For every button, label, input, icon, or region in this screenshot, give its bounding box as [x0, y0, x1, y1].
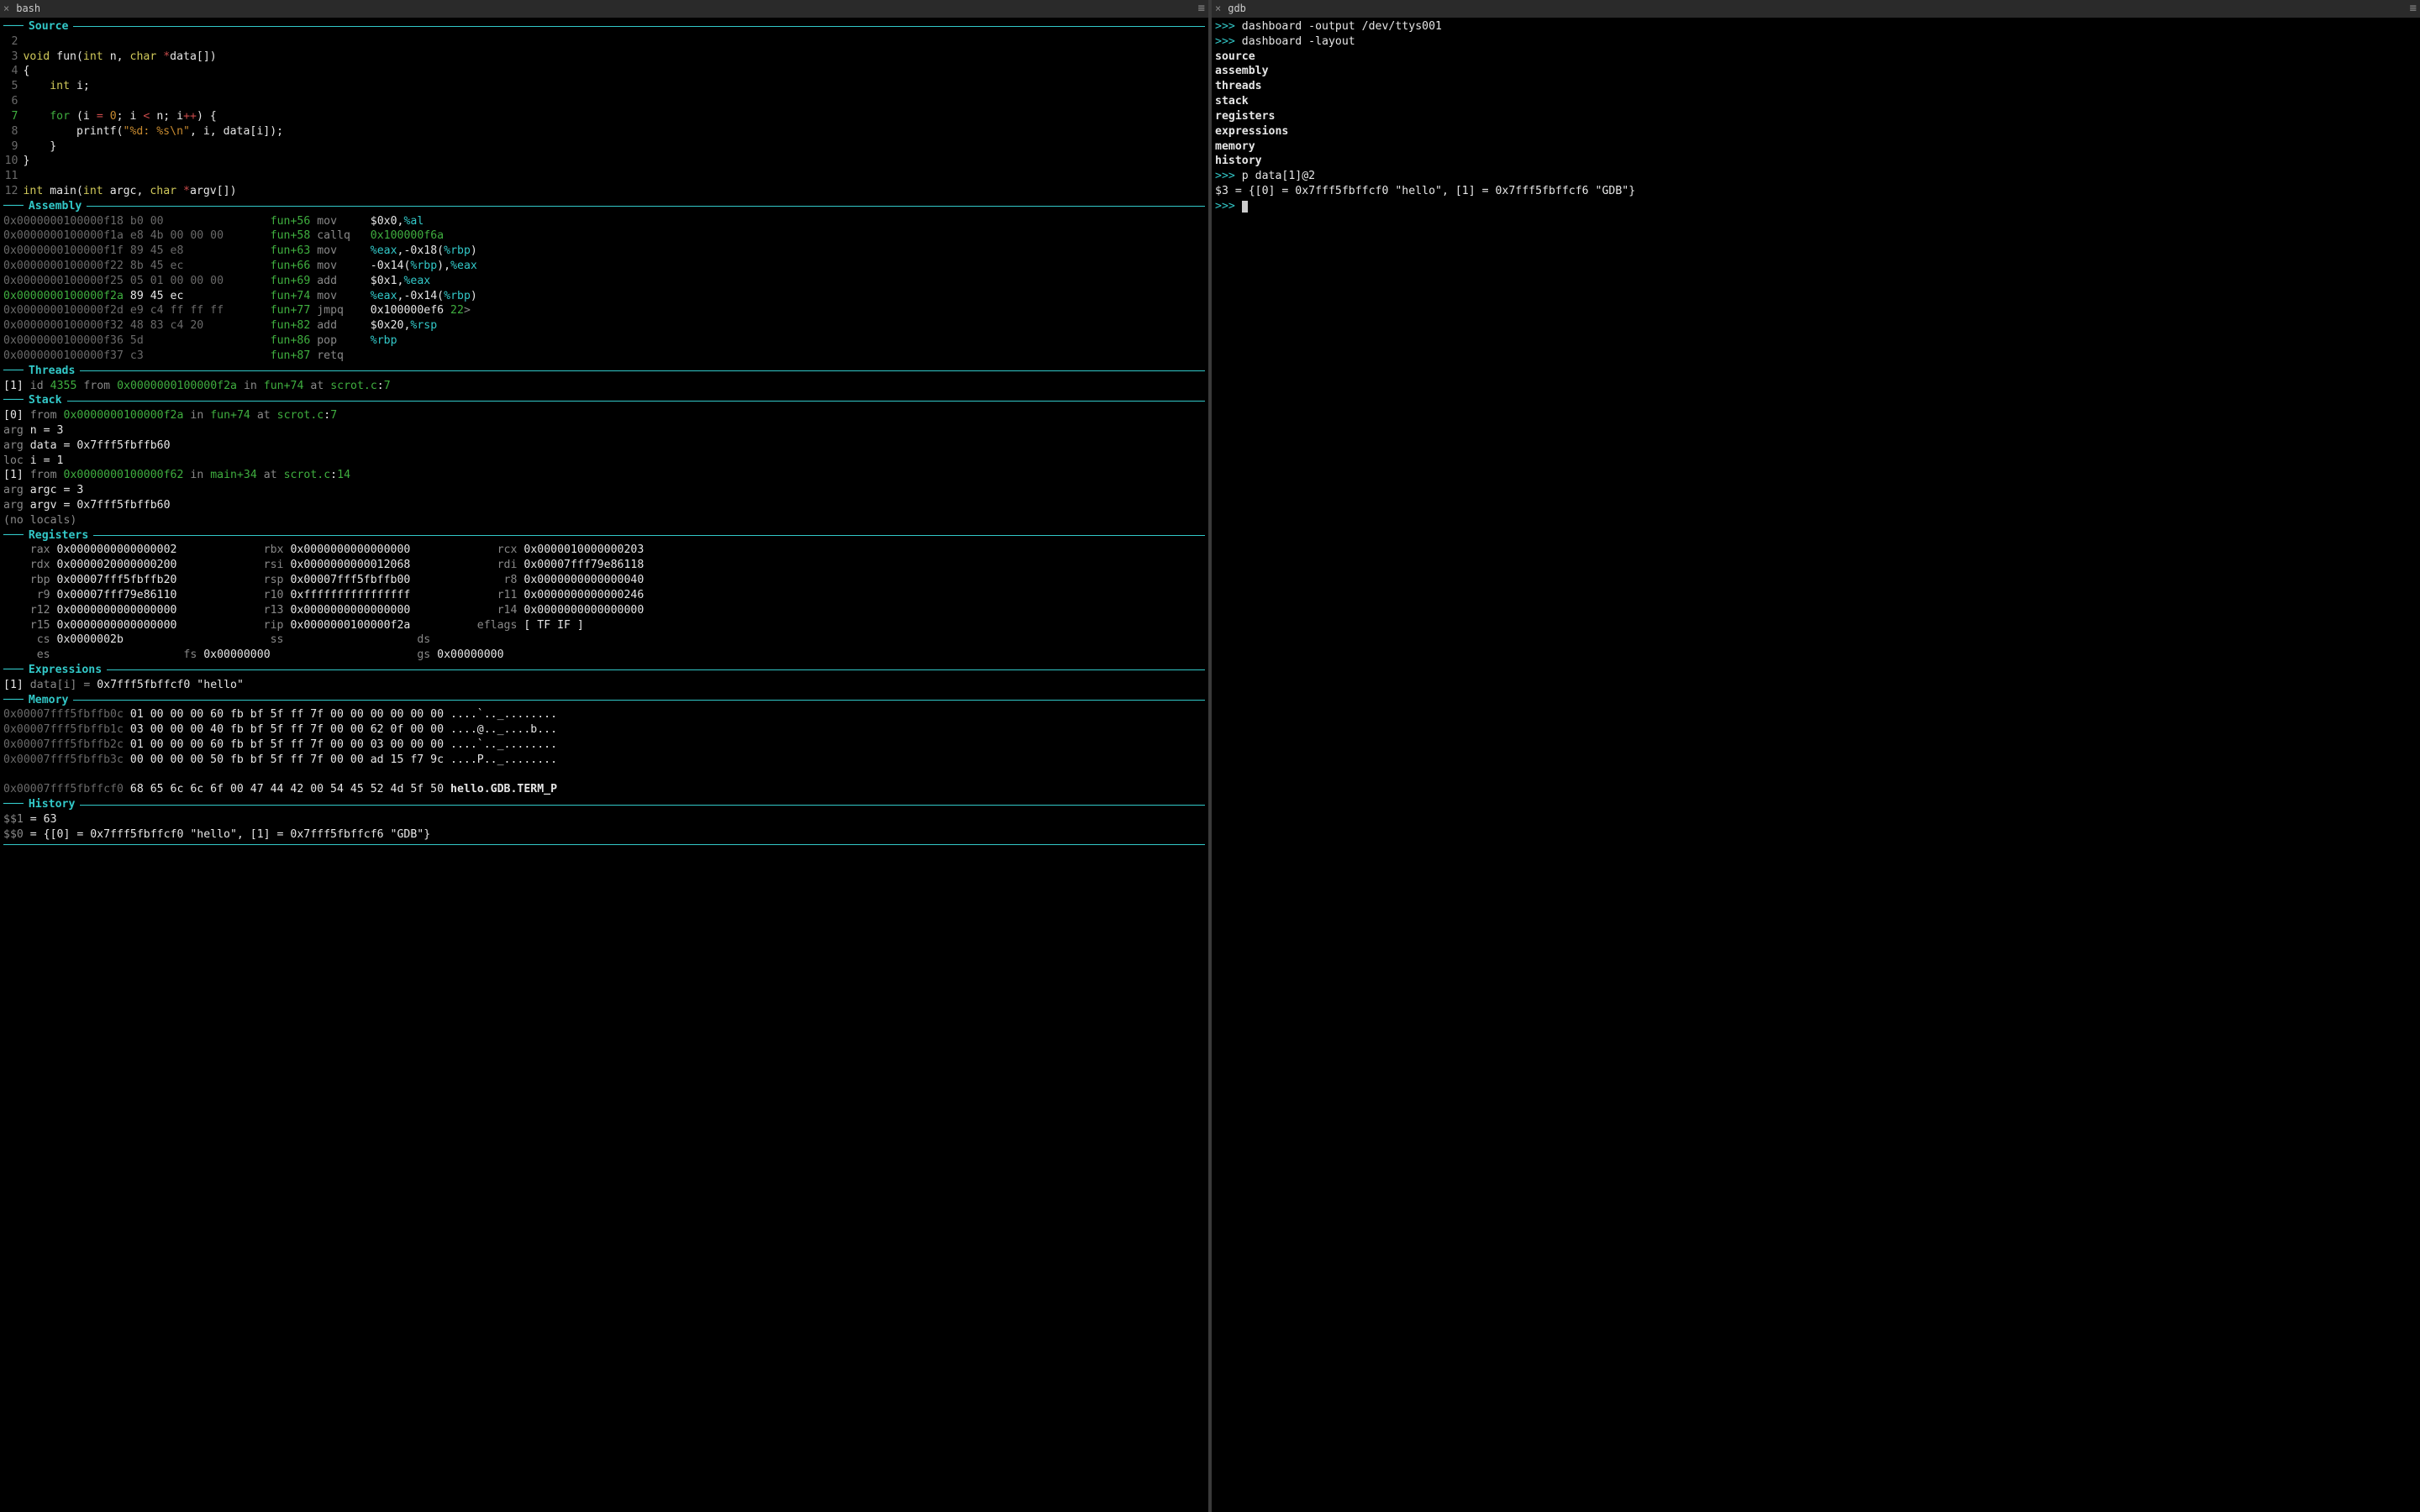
section-stack: ───Stack	[3, 393, 1205, 408]
section-memory: ───Memory	[3, 693, 1205, 708]
tab-bar-left: × bash ≡	[0, 0, 1208, 18]
menu-icon[interactable]: ≡	[1198, 1, 1205, 17]
source-code[interactable]: 2 3void fun(int n, char *data[]) 4{ 5 in…	[3, 34, 1205, 199]
assembly-listing[interactable]: 0x0000000100000f18 b0 00 fun+56 mov $0x0…	[3, 214, 1205, 364]
threads-listing[interactable]: [1] id 4355 from 0x0000000100000f2a in f…	[3, 379, 1205, 394]
bottom-rule	[3, 844, 1205, 845]
expressions-listing[interactable]: [1] data[i] = 0x7fff5fbffcf0 "hello"	[3, 678, 1205, 693]
section-expressions: ───Expressions	[3, 663, 1205, 678]
memory-listing[interactable]: 0x00007fff5fbffb0c 01 00 00 00 60 fb bf …	[3, 707, 1205, 797]
bash-pane: × bash ≡ ───Source 2 3void fun(int n, ch…	[0, 0, 1212, 1512]
gdb-terminal[interactable]: >>> dashboard -output /dev/ttys001 >>> d…	[1212, 18, 2420, 1512]
section-assembly: ───Assembly	[3, 199, 1205, 214]
tab-label-bash[interactable]: bash	[16, 2, 40, 15]
tab-bar-right: × gdb ≡	[1212, 0, 2420, 18]
registers-listing[interactable]: rax 0x0000000000000002 rbx 0x00000000000…	[3, 543, 1205, 663]
history-listing[interactable]: $$1 = 63 $$0 = {[0] = 0x7fff5fbffcf0 "he…	[3, 812, 1205, 843]
close-icon[interactable]: ×	[1215, 2, 1221, 15]
gdb-pane: × gdb ≡ >>> dashboard -output /dev/ttys0…	[1212, 0, 2420, 1512]
section-history: ───History	[3, 797, 1205, 812]
section-threads: ───Threads	[3, 364, 1205, 379]
dashboard-content: ───Source 2 3void fun(int n, char *data[…	[0, 18, 1208, 1512]
stack-listing[interactable]: [0] from 0x0000000100000f2a in fun+74 at…	[3, 408, 1205, 528]
tab-label-gdb[interactable]: gdb	[1228, 2, 1246, 15]
section-registers: ───Registers	[3, 528, 1205, 543]
menu-icon[interactable]: ≡	[2410, 1, 2417, 17]
section-source: ───Source	[3, 19, 1205, 34]
close-icon[interactable]: ×	[3, 2, 9, 15]
